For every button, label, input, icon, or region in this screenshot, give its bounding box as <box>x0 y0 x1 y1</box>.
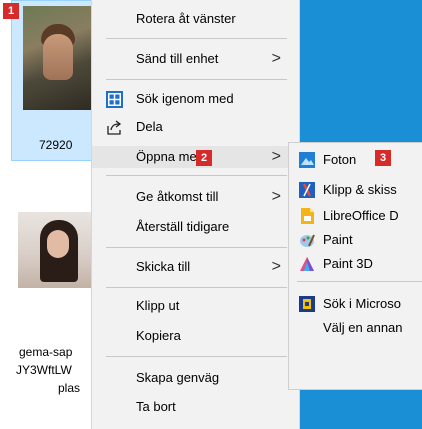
menu-separator <box>106 287 287 288</box>
menu-separator <box>106 247 287 248</box>
file-name-2-line1: gema-sap <box>19 345 73 359</box>
menu-item-cut[interactable]: Klipp ut <box>92 295 299 317</box>
submenu-item-choose-another[interactable]: Välj en annan <box>289 317 422 339</box>
menu-item-send-to[interactable]: Skicka till > <box>92 256 299 278</box>
file-name-2-line2: JY3WftLW <box>16 363 72 377</box>
menu-separator <box>106 38 287 39</box>
defender-shield-icon <box>106 91 123 108</box>
open-with-submenu: Foton Klipp & skiss LibreOffice D Paint … <box>288 142 422 390</box>
step-badge-1: 1 <box>3 3 19 19</box>
menu-item-scan-with[interactable]: Sök igenom med <box>92 88 299 110</box>
menu-item-give-access[interactable]: Ge åtkomst till > <box>92 186 299 208</box>
store-icon <box>299 296 315 312</box>
file-thumbnail-1[interactable] <box>23 6 93 110</box>
chevron-right-icon: > <box>271 188 281 205</box>
submenu-item-libreoffice[interactable]: LibreOffice D <box>289 205 422 227</box>
menu-item-copy[interactable]: Kopiera <box>92 325 299 347</box>
file-name-1: 72920 <box>39 138 73 152</box>
menu-item-cast-to-device[interactable]: Sänd till enhet > <box>92 48 299 70</box>
desktop-background-bottom <box>298 390 422 429</box>
menu-separator <box>106 175 287 176</box>
share-icon <box>106 119 122 135</box>
submenu-item-search-store[interactable]: Sök i Microso <box>289 293 422 315</box>
submenu-item-photos[interactable]: Foton <box>289 149 422 171</box>
step-badge-2: 2 <box>196 150 212 166</box>
context-menu: Rotera åt vänster Sänd till enhet > Sök … <box>91 0 300 429</box>
menu-separator <box>106 356 287 357</box>
desktop-background <box>298 0 422 148</box>
submenu-item-paint3d[interactable]: Paint 3D <box>289 253 422 275</box>
chevron-right-icon: > <box>271 258 281 275</box>
file-thumbnail-2[interactable] <box>18 212 94 288</box>
submenu-separator <box>297 281 422 282</box>
menu-item-delete[interactable]: Ta bort <box>92 396 299 418</box>
menu-item-rotate-left[interactable]: Rotera åt vänster <box>92 8 299 30</box>
menu-item-share[interactable]: Dela <box>92 116 299 138</box>
submenu-item-snip-sketch[interactable]: Klipp & skiss <box>289 179 422 201</box>
snip-sketch-icon <box>299 182 315 198</box>
step-badge-3: 3 <box>375 150 391 166</box>
menu-item-restore-previous[interactable]: Återställ tidigare <box>92 216 299 238</box>
file-name-2-line3: plas <box>58 381 81 395</box>
menu-separator <box>106 79 287 80</box>
chevron-right-icon: > <box>271 148 281 165</box>
submenu-item-paint[interactable]: Paint <box>289 229 422 251</box>
paint3d-icon <box>299 256 315 272</box>
paint-icon <box>299 232 315 248</box>
libreoffice-icon <box>299 208 315 224</box>
chevron-right-icon: > <box>271 50 281 67</box>
photos-app-icon <box>299 152 315 168</box>
menu-item-create-shortcut[interactable]: Skapa genväg <box>92 367 299 389</box>
